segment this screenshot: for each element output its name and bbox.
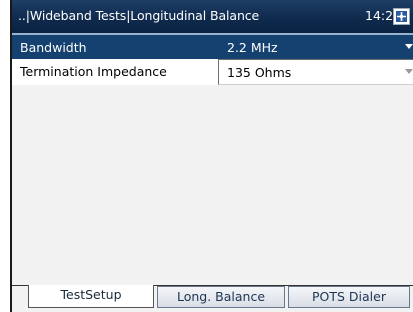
param-label: Bandwidth	[20, 40, 87, 55]
network-status-icon[interactable]	[393, 8, 410, 25]
param-row-bandwidth[interactable]: Bandwidth 2.2 MHz	[12, 33, 413, 61]
app-window: ..|Wideband Tests|Longitudinal Balance 1…	[10, 0, 413, 312]
title-bar: ..|Wideband Tests|Longitudinal Balance 1…	[12, 0, 413, 33]
chevron-down-icon[interactable]	[405, 69, 413, 74]
breadcrumb-title: ..|Wideband Tests|Longitudinal Balance	[18, 8, 260, 23]
tab-label: Long. Balance	[176, 289, 266, 304]
tab-long-balance[interactable]: Long. Balance	[157, 286, 285, 308]
termination-impedance-dropdown[interactable]: 135 Ohms	[218, 59, 413, 85]
chevron-down-icon[interactable]	[405, 44, 413, 49]
param-row-termination-impedance[interactable]: Termination Impedance 135 Ohms	[12, 59, 413, 85]
tab-pots-dialer[interactable]: POTS Dialer	[288, 286, 410, 308]
tab-testsetup[interactable]: TestSetup	[28, 285, 154, 308]
param-value: 135 Ohms	[227, 65, 292, 80]
param-label: Termination Impedance	[20, 64, 167, 79]
bandwidth-dropdown[interactable]: 2.2 MHz	[218, 35, 413, 61]
tab-strip: TestSetup Long. Balance POTS Dialer	[12, 263, 413, 312]
param-value: 2.2 MHz	[227, 40, 278, 55]
tab-label: POTS Dialer	[312, 289, 386, 304]
tab-label: TestSetup	[60, 287, 122, 302]
